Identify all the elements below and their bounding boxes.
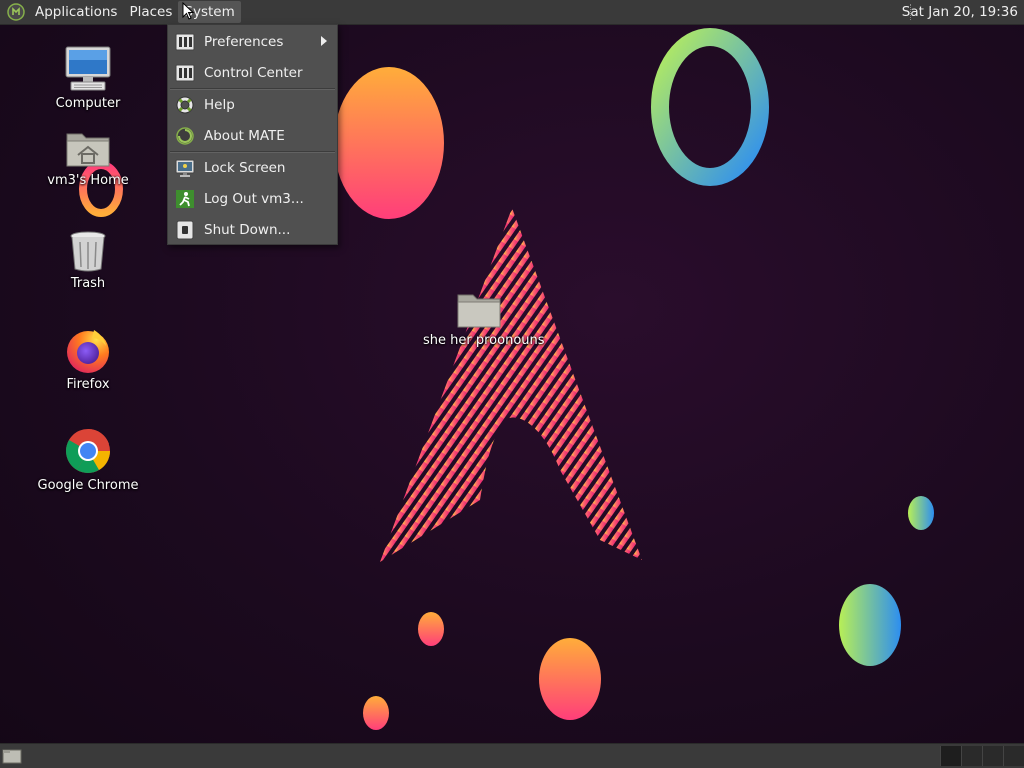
workspace-1[interactable] xyxy=(940,746,961,766)
menu-item-label: Log Out vm3... xyxy=(204,190,304,207)
workspace-2[interactable] xyxy=(961,746,982,766)
menu-item-label: About MATE xyxy=(204,127,285,144)
menu-item-help[interactable]: Help xyxy=(168,89,337,120)
desktop-icon-label: Computer xyxy=(55,96,121,111)
desktop-icon-folder[interactable]: she her proonouns xyxy=(423,290,545,348)
applications-menu[interactable]: Applications xyxy=(29,1,123,23)
log-out-icon xyxy=(176,189,194,208)
menu-item-label: Preferences xyxy=(204,33,284,50)
shut-down-icon xyxy=(176,220,194,239)
desktop-icon-trash[interactable]: Trash xyxy=(33,229,143,291)
desktop-icon-home[interactable]: vm3's Home xyxy=(33,128,143,188)
places-menu[interactable]: Places xyxy=(123,1,178,23)
desktop-icon-label: she her proonouns xyxy=(423,333,545,348)
lock-screen-icon xyxy=(175,159,195,177)
desktop-icon-firefox[interactable]: Firefox xyxy=(33,326,143,392)
show-desktop-icon[interactable] xyxy=(2,747,22,765)
computer-icon xyxy=(65,46,111,91)
menu-item-label: Shut Down... xyxy=(204,221,291,238)
home-folder-icon xyxy=(66,133,110,167)
desktop-icon-chrome[interactable]: Google Chrome xyxy=(33,427,143,493)
submenu-arrow-icon xyxy=(321,36,327,46)
wallpaper-art xyxy=(79,28,934,730)
menu-item-shut-down[interactable]: Shut Down... xyxy=(168,214,337,245)
preferences-icon xyxy=(175,33,195,50)
menu-item-label: Help xyxy=(204,96,235,113)
desktop-icon-label: Trash xyxy=(70,276,106,291)
control-center-icon xyxy=(175,64,195,81)
menu-item-label: Control Center xyxy=(204,64,303,81)
desktop-icon-label: Google Chrome xyxy=(37,478,139,493)
menu-item-about-mate[interactable]: About MATE xyxy=(168,120,337,151)
desktop-icon-label: Firefox xyxy=(66,377,110,392)
menu-item-label: Lock Screen xyxy=(204,159,286,176)
mate-menu-icon[interactable] xyxy=(7,3,25,21)
system-dropdown-menu: Preferences Control Center Help About MA… xyxy=(167,24,338,245)
mate-logo-icon xyxy=(176,126,194,145)
firefox-icon xyxy=(67,330,109,373)
folder-icon xyxy=(457,294,501,328)
bottom-panel xyxy=(0,743,1024,768)
menu-item-log-out[interactable]: Log Out vm3... xyxy=(168,183,337,214)
workspace-3[interactable] xyxy=(982,746,1003,766)
desktop-icon-computer[interactable]: Computer xyxy=(33,45,143,111)
menu-item-preferences[interactable]: Preferences xyxy=(168,26,337,57)
top-panel: Applications Places System Sat Jan 20, 1… xyxy=(0,0,1024,25)
workspace-switcher xyxy=(940,746,1024,766)
clock[interactable]: Sat Jan 20, 19:36 xyxy=(902,0,1018,24)
desktop-icon-label: vm3's Home xyxy=(47,173,129,188)
menu-item-lock-screen[interactable]: Lock Screen xyxy=(168,152,337,183)
trash-icon xyxy=(70,231,106,272)
chrome-icon xyxy=(66,428,110,473)
help-lifebuoy-icon xyxy=(176,96,194,113)
menu-item-control-center[interactable]: Control Center xyxy=(168,57,337,88)
workspace-4[interactable] xyxy=(1003,746,1024,766)
mouse-cursor-icon xyxy=(182,2,194,20)
